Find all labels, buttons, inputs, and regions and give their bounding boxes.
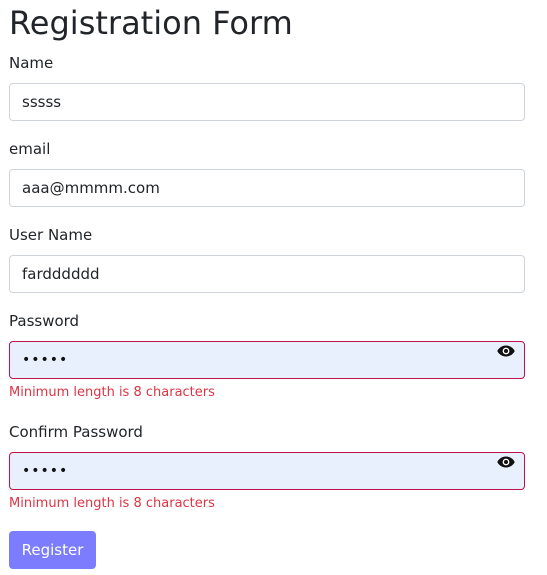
eye-icon[interactable]	[497, 345, 515, 357]
confirm-password-label: Confirm Password	[9, 423, 143, 441]
email-value: aaa@mmmm.com	[22, 179, 160, 197]
confirm-password-error-message: Minimum length is 8 characters	[9, 496, 215, 511]
name-field[interactable]: sssss	[9, 83, 525, 121]
confirm-password-value: •••••	[22, 463, 69, 479]
eye-icon[interactable]	[497, 456, 515, 468]
name-label: Name	[9, 54, 54, 72]
username-field[interactable]: fardddddd	[9, 255, 525, 293]
email-label: email	[9, 140, 51, 158]
confirm-password-field[interactable]: •••••	[9, 452, 525, 490]
username-value: fardddddd	[22, 265, 100, 283]
password-value: •••••	[22, 352, 69, 368]
email-field[interactable]: aaa@mmmm.com	[9, 169, 525, 207]
username-label: User Name	[9, 226, 93, 244]
password-label: Password	[9, 312, 80, 330]
password-field[interactable]: •••••	[9, 341, 525, 379]
password-error-message: Minimum length is 8 characters	[9, 385, 215, 400]
registration-page: Registration Form Name sssss email aaa@m…	[0, 0, 547, 575]
name-value: sssss	[22, 93, 62, 111]
page-title: Registration Form	[9, 4, 293, 42]
register-button[interactable]: Register	[9, 531, 96, 569]
